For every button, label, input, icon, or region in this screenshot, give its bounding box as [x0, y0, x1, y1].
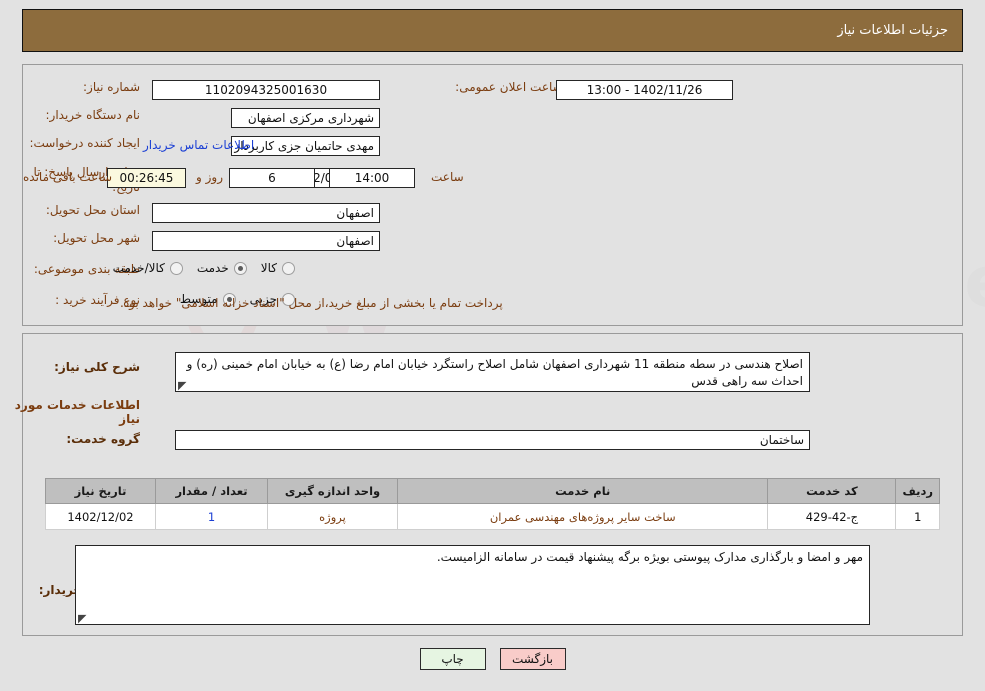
remaining-days-label: روز و — [196, 170, 223, 184]
footer-buttons: بازگشت چاپ — [0, 648, 985, 670]
service-group-label: گروه خدمت: — [66, 432, 140, 446]
deadline-hour-label: ساعت — [431, 170, 464, 184]
radio-category-kala-khedmat-label: کالا/خدمت — [112, 261, 165, 275]
radio-category-khedmat[interactable] — [233, 261, 247, 275]
need-info-panel — [22, 64, 963, 326]
cell-row-no: 1 — [895, 503, 940, 530]
buyer-org-value: شهرداری مرکزی اصفهان — [231, 108, 380, 128]
remaining-days-value: 6 — [229, 168, 315, 188]
services-heading: اطلاعات خدمات مورد نیاز — [14, 398, 140, 426]
city-label: شهر محل تحویل: — [53, 231, 140, 245]
treasury-note: پرداخت تمام یا بخشی از مبلغ خرید،از محل … — [120, 296, 503, 310]
buyer-contact-link[interactable]: اطلاعات تماس خریدار — [143, 138, 254, 152]
remaining-time-label: ساعت باقی مانده — [23, 170, 113, 184]
col-quantity: تعداد / مقدار — [155, 478, 268, 504]
resize-grip-icon[interactable]: ◥ — [178, 379, 188, 391]
page-header: جزئیات اطلاعات نیاز — [22, 9, 963, 52]
category-radio-group: کالا خدمت کالا/خدمت — [99, 261, 295, 275]
radio-category-kala-khedmat[interactable] — [169, 261, 183, 275]
col-unit: واحد اندازه گیری — [267, 478, 398, 504]
creator-label: ایجاد کننده درخواست: — [29, 136, 140, 150]
city-value: اصفهان — [152, 231, 380, 251]
back-button[interactable]: بازگشت — [499, 648, 566, 670]
remaining-time-value: 00:26:45 — [107, 168, 186, 188]
page-title: جزئیات اطلاعات نیاز — [837, 23, 948, 38]
service-group-value: ساختمان — [175, 430, 810, 450]
cell-service-name: ساخت سایر پروژه‌های مهندسی عمران — [396, 503, 769, 530]
radio-category-khedmat-label: خدمت — [196, 261, 229, 275]
table-row[interactable]: 1 ج-42-429 ساخت سایر پروژه‌های مهندسی عم… — [45, 503, 940, 530]
public-announce-value: 1402/11/26 - 13:00 — [556, 80, 733, 100]
general-desc-label: شرح کلی نیاز: — [54, 360, 140, 374]
cell-unit: پروژه — [267, 503, 398, 530]
resize-grip-icon[interactable]: ◥ — [78, 612, 88, 624]
buyer-notes-text: مهر و امضا و بارگذاری مدارک پیوستی بویژه… — [436, 550, 863, 564]
col-service-name: نام خدمت — [396, 478, 769, 504]
radio-category-kala-label: کالا — [260, 261, 277, 275]
buyer-notes-value[interactable]: مهر و امضا و بارگذاری مدارک پیوستی بویژه… — [75, 545, 870, 625]
radio-category-kala[interactable] — [282, 261, 295, 275]
col-need-date: تاریخ نیاز — [45, 478, 156, 504]
cell-quantity: 1 — [155, 503, 268, 530]
deadline-hour-value: 14:00 — [329, 168, 415, 188]
province-value: اصفهان — [152, 203, 380, 223]
cell-service-code: ج-42-429 — [767, 503, 897, 530]
col-service-code: کد خدمت — [767, 478, 897, 504]
cell-need-date: 1402/12/02 — [45, 503, 156, 530]
print-button[interactable]: چاپ — [419, 648, 486, 670]
services-table: ردیف کد خدمت نام خدمت واحد اندازه گیری ت… — [45, 478, 940, 530]
need-number-label: شماره نیاز: — [83, 80, 140, 94]
buyer-org-label: نام دستگاه خریدار: — [45, 108, 141, 122]
general-desc-text: اصلاح هندسی در سطه منطقه 11 شهرداری اصفه… — [186, 357, 803, 388]
general-desc-value[interactable]: اصلاح هندسی در سطه منطقه 11 شهرداری اصفه… — [175, 352, 810, 392]
table-header-row: ردیف کد خدمت نام خدمت واحد اندازه گیری ت… — [45, 478, 940, 504]
col-row-no: ردیف — [895, 478, 940, 504]
need-number-value: 1102094325001630 — [152, 80, 380, 100]
province-label: استان محل تحویل: — [45, 203, 140, 217]
